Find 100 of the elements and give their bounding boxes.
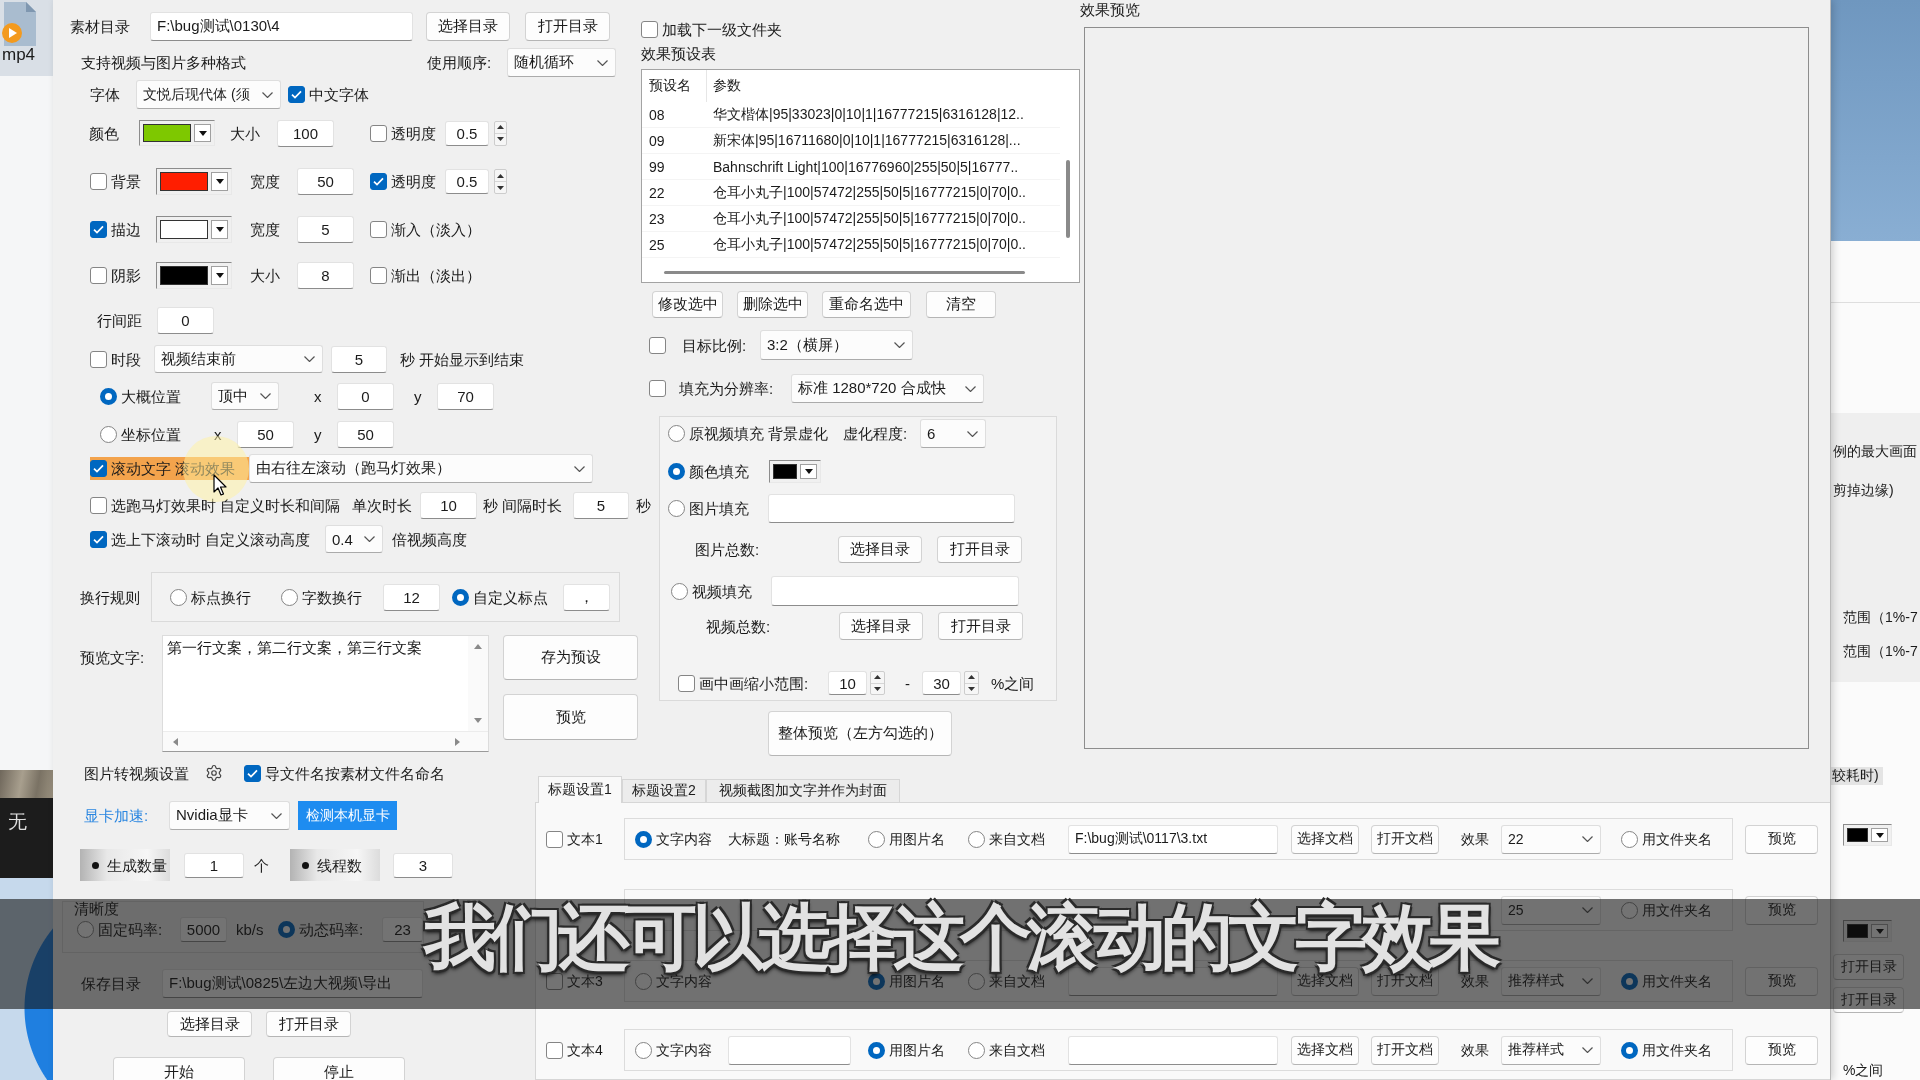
spin-buttons[interactable]	[494, 120, 507, 146]
checkbox[interactable]	[370, 267, 387, 284]
title-field[interactable]	[728, 1035, 851, 1065]
resolution-dropdown[interactable]: 标准 1280*720 合成快	[791, 374, 984, 403]
open-folder-button[interactable]: 打开目录	[525, 12, 610, 41]
color-picker[interactable]	[769, 460, 821, 483]
number-field[interactable]: 8	[297, 262, 354, 289]
open-folder-button[interactable]: 打开目录	[1833, 954, 1904, 980]
path-field[interactable]: F:\bug测试\0130\4	[150, 12, 413, 41]
color-picker[interactable]	[139, 120, 215, 146]
checkbox[interactable]	[288, 86, 305, 103]
height-dropdown[interactable]: 0.4	[325, 525, 383, 553]
radio-button[interactable]	[452, 588, 469, 606]
radio-button[interactable]	[170, 588, 187, 606]
radio-button[interactable]	[668, 500, 685, 517]
checkbox[interactable]	[370, 124, 387, 142]
tab[interactable]: 标题设置1	[538, 776, 622, 803]
number-field[interactable]: 30	[922, 671, 961, 695]
radio-button[interactable]	[77, 920, 94, 938]
radio-button[interactable]	[281, 588, 298, 606]
blur-dropdown[interactable]: 6	[920, 419, 986, 448]
font-dropdown[interactable]: 文悦后现代体 (须	[136, 80, 281, 109]
number-field[interactable]: 0	[337, 382, 394, 410]
checkbox[interactable]	[90, 221, 107, 238]
preview-button[interactable]: 预览	[1745, 824, 1818, 854]
number-field[interactable]: 5	[297, 216, 354, 243]
text-field[interactable]: ，	[563, 583, 610, 611]
checkbox[interactable]	[649, 336, 666, 354]
open-document-button[interactable]: 打开文档	[1371, 1035, 1439, 1065]
number-field[interactable]: 0	[157, 307, 214, 334]
checkbox[interactable]	[641, 20, 658, 38]
select-folder-button[interactable]: 选择目录	[839, 612, 923, 640]
radio-button[interactable]	[968, 972, 985, 990]
open-folder-button[interactable]: 打开目录	[938, 612, 1023, 640]
scroll-mode-dropdown[interactable]: 由右往左滚动（跑马灯效果）	[249, 454, 593, 483]
checkbox[interactable]	[370, 173, 387, 190]
open-document-button[interactable]: 打开文档	[1371, 824, 1439, 854]
period-dropdown[interactable]: 视频结束前	[154, 345, 323, 373]
color-picker[interactable]	[156, 262, 232, 289]
number-field[interactable]: 23	[382, 916, 423, 942]
scrollbar-thumb[interactable]	[664, 271, 1025, 274]
radio-button[interactable]	[668, 463, 685, 480]
number-field[interactable]: 5	[573, 491, 629, 519]
spin-buttons[interactable]	[494, 169, 507, 194]
number-field[interactable]: 0.5	[445, 169, 489, 194]
number-field[interactable]: 1	[184, 852, 244, 878]
checkbox[interactable]	[90, 460, 107, 477]
checkbox[interactable]	[370, 221, 387, 238]
radio-button[interactable]	[635, 1041, 652, 1059]
position-dropdown[interactable]: 顶中	[211, 382, 279, 410]
whole-preview-button[interactable]: 整体预览（左方勾选的）	[768, 711, 952, 756]
color-picker[interactable]	[1843, 920, 1892, 942]
radio-button[interactable]	[1621, 830, 1638, 848]
number-field[interactable]: 50	[337, 420, 394, 448]
preview-button[interactable]: 预览	[1745, 895, 1818, 925]
select-folder-button[interactable]: 选择目录	[838, 536, 922, 563]
number-field[interactable]: 10	[420, 491, 477, 519]
checkbox[interactable]	[90, 173, 107, 190]
radio-button[interactable]	[868, 830, 885, 848]
preview-button[interactable]: 预览	[1745, 1035, 1818, 1065]
radio-button[interactable]	[1621, 972, 1638, 990]
color-picker[interactable]	[1843, 824, 1892, 846]
radio-button[interactable]	[968, 830, 985, 848]
scrollbar-thumb[interactable]	[1066, 160, 1070, 238]
radio-button[interactable]	[635, 830, 652, 848]
spin-buttons[interactable]	[964, 671, 979, 695]
preview-button[interactable]: 预览	[1745, 966, 1818, 996]
open-folder-button[interactable]: 打开目录	[937, 536, 1022, 563]
select-folder-button[interactable]: 选择目录	[426, 12, 510, 41]
effect-dropdown[interactable]: 25	[1501, 895, 1601, 925]
rename-button[interactable]: 重命名选中	[822, 291, 911, 318]
order-dropdown[interactable]: 随机循环	[507, 48, 616, 77]
number-field[interactable]: 50	[297, 168, 354, 195]
number-field[interactable]: 5000	[180, 916, 227, 942]
tab[interactable]: 标题设置2	[622, 779, 706, 802]
preview-text-area[interactable]: 第一行文案，第二行文案，第三行文案	[162, 635, 489, 752]
path-field[interactable]	[771, 576, 1019, 606]
ratio-dropdown[interactable]: 3:2（横屏）	[760, 330, 913, 360]
number-field[interactable]: 50	[237, 420, 294, 448]
checkbox[interactable]	[90, 530, 107, 548]
text-field[interactable]: 12	[383, 583, 440, 611]
start-button[interactable]: 开始	[113, 1057, 245, 1080]
radio-button[interactable]	[635, 972, 652, 990]
checkbox[interactable]	[90, 496, 107, 514]
color-picker[interactable]	[156, 216, 232, 243]
path-field[interactable]	[768, 494, 1015, 523]
checkbox[interactable]	[546, 830, 563, 848]
effect-dropdown[interactable]: 22	[1501, 824, 1601, 854]
radio-button[interactable]	[671, 582, 688, 600]
number-field[interactable]: 10	[828, 671, 867, 695]
number-field[interactable]: 100	[277, 119, 334, 147]
number-field[interactable]: 0.5	[445, 120, 489, 146]
path-field[interactable]: F:\bug测试\0117\3.txt	[1068, 824, 1278, 854]
checkbox[interactable]	[546, 1041, 563, 1059]
radio-button[interactable]	[1621, 1041, 1638, 1059]
open-folder-button[interactable]: 打开目录	[1833, 987, 1904, 1013]
radio-button[interactable]	[1621, 901, 1638, 919]
clear-button[interactable]: 清空	[926, 291, 996, 318]
path-field[interactable]: F:\bug测试\0825\左边大视频\导出	[162, 969, 423, 998]
select-folder-button[interactable]: 选择目录	[167, 1011, 252, 1037]
